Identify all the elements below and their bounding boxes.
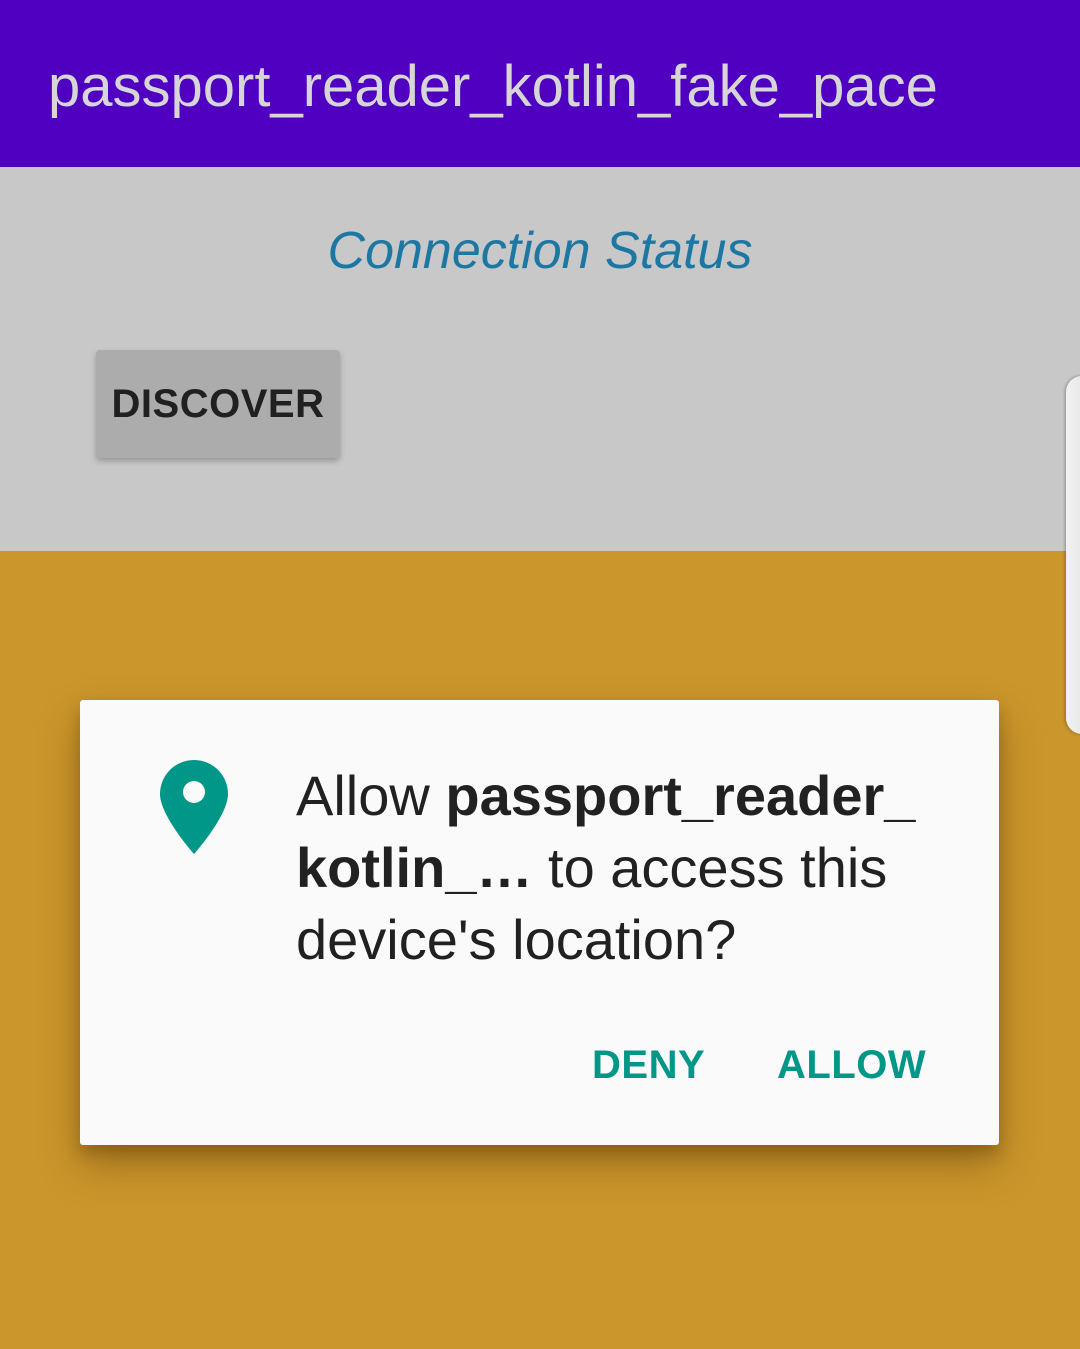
connection-status-text: Connection Status [327, 222, 753, 280]
deny-button[interactable]: DENY [592, 1030, 705, 1100]
permission-dialog: Allow passport_reader_ kotlin_… to acces… [80, 700, 999, 1145]
app-screen: passport_reader_kotlin_fake_pace Connect… [0, 0, 1080, 1349]
app-bar: passport_reader_kotlin_fake_pace [0, 0, 1080, 167]
location-pin-icon [160, 760, 228, 854]
app-title: passport_reader_kotlin_fake_pace [48, 54, 938, 119]
edge-panel-handle[interactable] [1066, 376, 1080, 734]
allow-button[interactable]: ALLOW [777, 1030, 926, 1100]
dialog-message-prefix: Allow [296, 764, 446, 827]
dialog-message: Allow passport_reader_ kotlin_… to acces… [296, 760, 956, 976]
discover-button[interactable]: DISCOVER [96, 350, 340, 458]
main-content: Connection Status DISCOVER [0, 167, 1080, 551]
